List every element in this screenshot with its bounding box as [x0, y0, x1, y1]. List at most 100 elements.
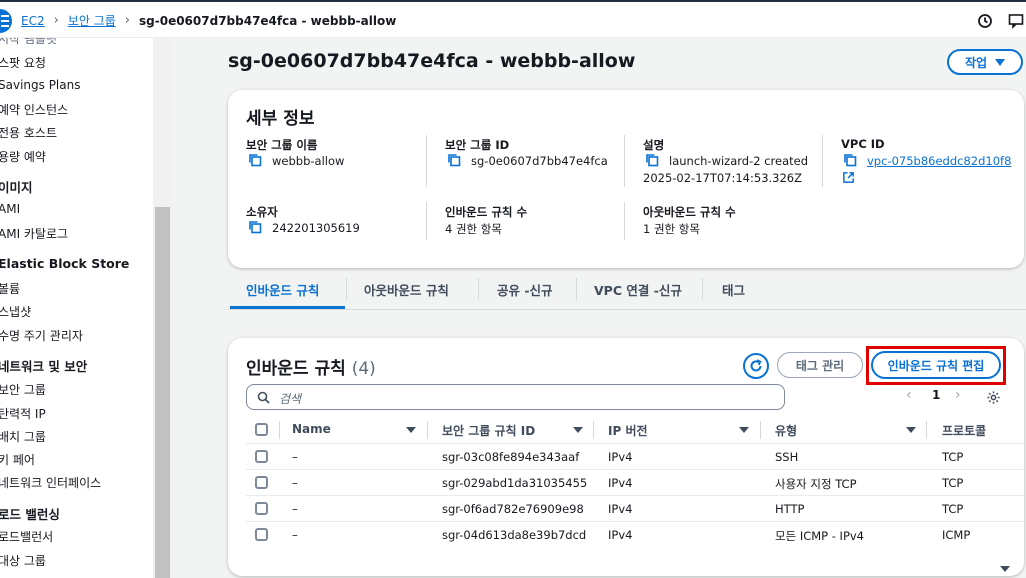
main-content: sg-0e0607d7bb47e4fca - webbb-allow 작업 세부…	[172, 38, 1026, 578]
sidebar-item-savings-plans[interactable]: Savings Plans	[0, 78, 80, 92]
owner-value: 242201305619	[272, 221, 360, 235]
sidebar-item-reserved-instances[interactable]: 예약 인스턴스	[0, 101, 68, 118]
column-header-ip-version[interactable]: IP 버전	[608, 422, 648, 439]
actions-button[interactable]: 작업	[947, 49, 1023, 75]
sidebar-item-ami[interactable]: AMI	[0, 202, 20, 216]
copy-icon[interactable]	[248, 153, 262, 167]
chevron-right-icon: ›	[124, 13, 130, 28]
refresh-button[interactable]	[743, 353, 769, 379]
sidebar-section-load-balancing[interactable]: 로드 밸런싱	[0, 504, 60, 523]
row-checkbox[interactable]	[255, 476, 268, 489]
inbound-rules-count: (4)	[351, 359, 376, 379]
cell-name: –	[292, 450, 298, 464]
feedback-icon[interactable]	[1008, 13, 1024, 29]
caret-down-icon	[995, 58, 1006, 66]
gear-icon[interactable]	[986, 390, 1001, 405]
sort-icon[interactable]	[573, 427, 583, 433]
sidebar-section-network-security[interactable]: 네트워크 및 보안	[0, 356, 87, 375]
sg-name-label: 보안 그룹 이름	[246, 138, 318, 152]
scroll-down-icon[interactable]	[1000, 566, 1010, 572]
inbound-rules-title-text: 인바운드 규칙	[246, 359, 346, 379]
edit-inbound-rules-button[interactable]: 인바운드 규칙 편집	[871, 351, 1001, 379]
sidebar-item-dedicated-hosts[interactable]: 전용 호스트	[0, 124, 57, 141]
tab-divider	[576, 278, 577, 300]
page-number[interactable]: 1	[932, 388, 940, 402]
row-checkbox[interactable]	[255, 450, 268, 463]
tab-outbound-rules[interactable]: 아웃바운드 규칙	[364, 280, 449, 299]
sidebar-item-ami-catalog[interactable]: AMI 카탈로그	[0, 225, 68, 242]
breadcrumb: EC2 › 보안 그룹 › sg-0e0607d7bb47e4fca - web…	[21, 12, 396, 29]
cell-protocol: TCP	[942, 476, 964, 490]
sidebar-item-launch-templates[interactable]: 시작 템플릿	[0, 38, 57, 47]
cell-protocol: ICMP	[942, 528, 971, 542]
column-header-name[interactable]: Name	[292, 422, 331, 436]
cell-ip-version: IPv4	[608, 476, 633, 490]
sidebar-item-load-balancers[interactable]: 로드밸런서	[0, 528, 53, 545]
table-row[interactable]: – sgr-029abd1da31035455 IPv4 사용자 지정 TCP …	[246, 469, 1024, 495]
sidebar-section-ebs[interactable]: Elastic Block Store	[0, 256, 129, 271]
cell-protocol: TCP	[942, 502, 964, 516]
tab-tags[interactable]: 태그	[722, 280, 745, 299]
sort-icon[interactable]	[739, 427, 749, 433]
sidebar-section-images[interactable]: 이미지	[0, 177, 33, 196]
tab-sharing[interactable]: 공유 -신규	[497, 280, 553, 299]
tab-bar: 인바운드 규칙 아웃바운드 규칙 공유 -신규 VPC 연결 -신규 태그	[228, 268, 1026, 310]
table-row[interactable]: – sgr-03c08fe894e343aaf IPv4 SSH TCP	[246, 443, 1024, 469]
select-all-checkbox[interactable]	[255, 423, 268, 436]
column-divider	[593, 421, 594, 439]
divider	[426, 135, 427, 187]
chevron-right-icon[interactable]: ›	[955, 387, 961, 403]
table-row[interactable]: – sgr-0f6ad782e76909e98 IPv4 HTTP TCP	[246, 495, 1024, 521]
menu-icon[interactable]	[0, 9, 12, 33]
search-icon	[257, 391, 270, 404]
clock-icon[interactable]	[977, 13, 993, 29]
cell-ip-version: IPv4	[608, 528, 633, 542]
external-link-icon[interactable]	[842, 171, 855, 184]
copy-icon[interactable]	[843, 153, 857, 167]
details-panel: 세부 정보 보안 그룹 이름 webbb-allow 보안 그룹 ID sg-0…	[228, 90, 1024, 268]
outbound-count-label: 아웃바운드 규칙 수	[643, 205, 736, 219]
sg-id-label: 보안 그룹 ID	[445, 138, 510, 152]
sidebar-item-capacity-reservations[interactable]: 용량 예약	[0, 148, 46, 165]
sort-icon[interactable]	[406, 427, 416, 433]
owner-label: 소유자	[246, 205, 278, 219]
sidebar-item-security-groups[interactable]: 보안 그룹	[0, 381, 46, 398]
sidebar-item-network-interfaces[interactable]: 네트워크 인터페이스	[0, 474, 101, 491]
tab-vpc-associations[interactable]: VPC 연결 -신규	[594, 280, 682, 299]
sidebar-item-spot-requests[interactable]: 스팟 요청	[0, 54, 46, 71]
sidebar-item-placement-groups[interactable]: 배치 그룹	[0, 428, 46, 445]
tab-inbound-rules[interactable]: 인바운드 규칙	[246, 280, 319, 299]
sort-icon[interactable]	[906, 427, 916, 433]
copy-icon[interactable]	[248, 220, 262, 234]
chevron-left-icon[interactable]: ‹	[906, 387, 912, 403]
sidebar-item-elastic-ips[interactable]: 탄력적 IP	[0, 405, 46, 422]
breadcrumb-ec2[interactable]: EC2	[21, 14, 45, 28]
details-title: 세부 정보	[246, 109, 315, 129]
sidebar-item-volumes[interactable]: 볼륨	[0, 280, 20, 297]
breadcrumb-security-groups[interactable]: 보안 그룹	[68, 12, 116, 29]
copy-icon[interactable]	[447, 153, 461, 167]
sidebar-item-snapshots[interactable]: 스냅샷	[0, 303, 31, 320]
sidebar-item-lifecycle-manager[interactable]: 수명 주기 관리자	[0, 327, 83, 344]
cell-ip-version: IPv4	[608, 502, 633, 516]
manage-tags-button[interactable]: 태그 관리	[777, 352, 863, 378]
chevron-right-icon: ›	[53, 13, 59, 28]
refresh-icon	[750, 359, 762, 372]
column-header-type[interactable]: 유형	[775, 422, 797, 439]
sidebar-item-key-pairs[interactable]: 키 페어	[0, 451, 35, 468]
search-input[interactable]: 검색	[246, 384, 785, 410]
sidebar-item-target-groups[interactable]: 대상 그룹	[0, 552, 46, 569]
column-divider	[279, 421, 280, 439]
row-checkbox[interactable]	[255, 502, 268, 515]
column-header-protocol[interactable]: 프로토콜	[942, 422, 986, 439]
cell-type: HTTP	[775, 502, 805, 516]
copy-icon[interactable]	[645, 153, 659, 167]
vpc-id-link[interactable]: vpc-075b86eddc82d10f8	[867, 154, 1011, 168]
outbound-count-value: 1 권한 항목	[643, 222, 700, 236]
divider	[822, 135, 823, 187]
table-row[interactable]: – sgr-04d613da8e39b7dcd IPv4 모든 ICMP - I…	[246, 521, 1024, 547]
column-header-rule-id[interactable]: 보안 그룹 규칙 ID	[442, 422, 535, 439]
sidebar-scrollbar-thumb[interactable]	[155, 207, 170, 578]
inbound-rules-title: 인바운드 규칙 (4)	[246, 354, 376, 379]
row-checkbox[interactable]	[255, 528, 268, 541]
